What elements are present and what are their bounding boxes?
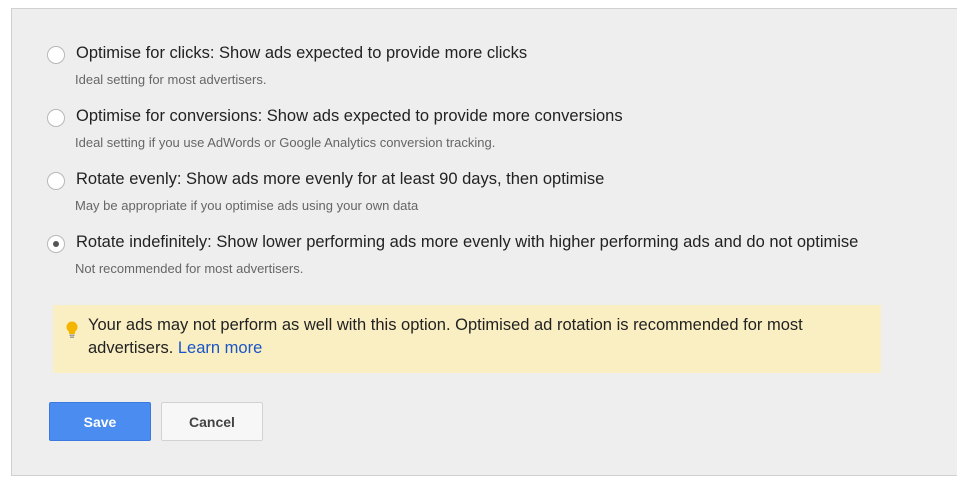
- warning-banner: Your ads may not perform as well with th…: [53, 305, 881, 373]
- cancel-button[interactable]: Cancel: [161, 402, 263, 441]
- warning-message: Your ads may not perform as well with th…: [88, 314, 878, 360]
- save-button[interactable]: Save: [49, 402, 151, 441]
- option-label[interactable]: Optimise for conversions: Show ads expec…: [76, 107, 623, 126]
- option-label[interactable]: Rotate indefinitely: Show lower performi…: [76, 233, 858, 252]
- lightbulb-icon: [66, 321, 78, 339]
- learn-more-link[interactable]: Learn more: [178, 339, 262, 357]
- option-description: Ideal setting for most advertisers.: [75, 72, 267, 87]
- option-label[interactable]: Optimise for clicks: Show ads expected t…: [76, 44, 527, 63]
- radio-selected-dot: [53, 241, 59, 247]
- option-description: May be appropriate if you optimise ads u…: [75, 198, 419, 213]
- option-description: Not recommended for most advertisers.: [75, 261, 304, 276]
- radio-optimise-clicks[interactable]: [47, 46, 65, 64]
- option-label[interactable]: Rotate evenly: Show ads more evenly for …: [76, 170, 604, 189]
- ad-rotation-settings-panel: Optimise for clicks: Show ads expected t…: [11, 8, 957, 476]
- option-description: Ideal setting if you use AdWords or Goog…: [75, 135, 496, 150]
- radio-optimise-conversions[interactable]: [47, 109, 65, 127]
- radio-rotate-evenly[interactable]: [47, 172, 65, 190]
- radio-rotate-indefinitely[interactable]: [47, 235, 65, 253]
